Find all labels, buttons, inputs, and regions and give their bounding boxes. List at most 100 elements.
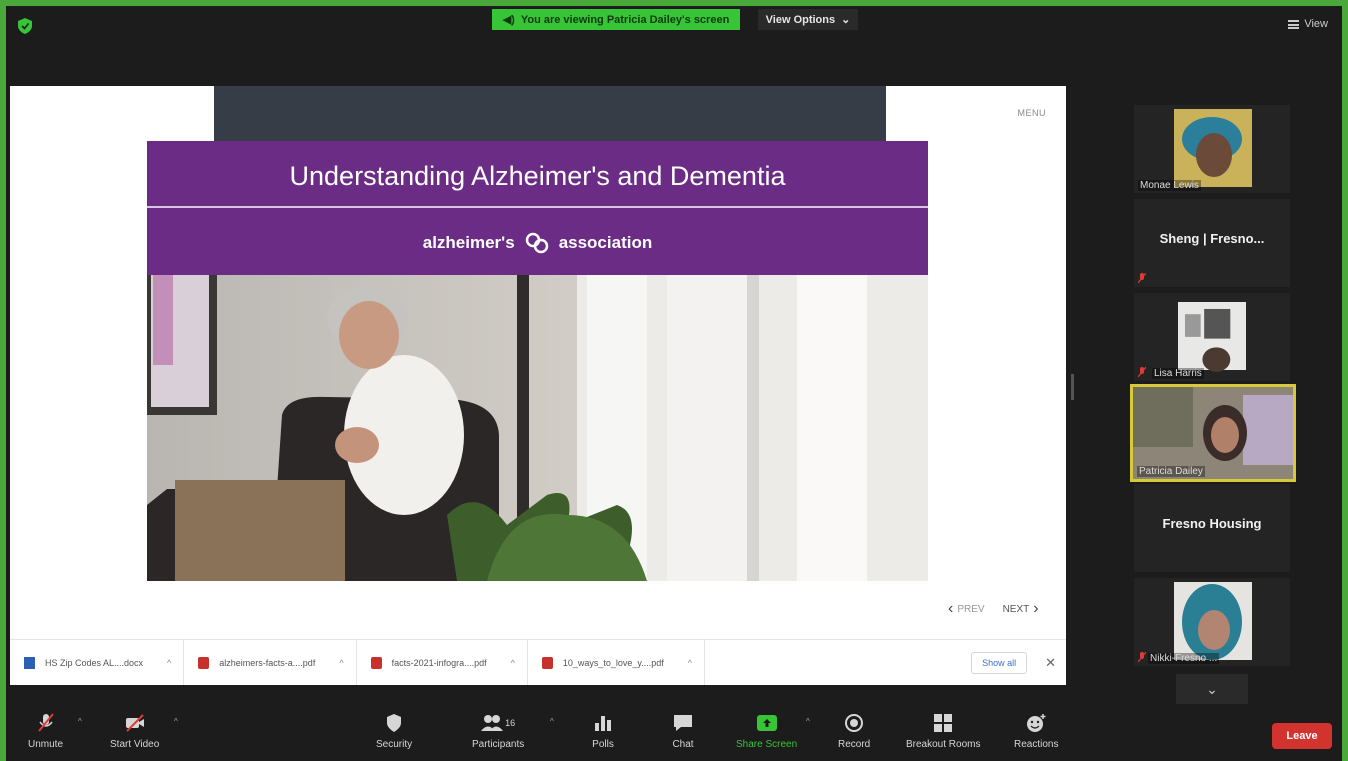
audio-options-caret[interactable]: ^ <box>78 717 82 726</box>
chat-button[interactable]: Chat <box>672 713 694 750</box>
view-button[interactable]: View <box>1288 18 1328 30</box>
show-all-button[interactable]: Show all <box>971 651 1028 674</box>
encryption-shield-icon[interactable] <box>18 18 32 34</box>
video-off-icon <box>125 714 144 732</box>
alzheimers-association-logo: alzheimer's association <box>147 231 928 255</box>
record-label: Record <box>838 739 871 750</box>
participant-tile[interactable]: Nikki-Fresno ... <box>1134 578 1290 666</box>
muted-mic-icon <box>1138 273 1146 283</box>
chevron-up-icon[interactable]: ^ <box>339 658 343 668</box>
record-button[interactable]: Record <box>838 713 870 750</box>
download-filename: 10_ways_to_love_y....pdf <box>562 657 664 668</box>
share-screen-icon <box>756 715 777 731</box>
download-filename: HS Zip Codes AL....docx <box>45 657 144 668</box>
participants-count: 16 <box>505 718 516 728</box>
downloads-bar: HS Zip Codes AL....docx ^ alzheimers-fac… <box>10 639 1066 685</box>
start-video-button[interactable]: Start Video <box>110 713 159 750</box>
reactions-icon <box>1027 714 1046 732</box>
slide-menu-link[interactable]: MENU <box>1018 108 1047 118</box>
participant-video <box>1174 582 1252 660</box>
participant-name: Lisa Harris <box>1152 368 1204 379</box>
participants-options-caret[interactable]: ^ <box>550 717 554 726</box>
word-doc-icon <box>24 656 35 669</box>
participant-tile[interactable]: Fresno Housing <box>1134 484 1290 572</box>
meeting-window: ◀) You are viewing Patricia Dailey's scr… <box>6 6 1342 761</box>
participant-tile[interactable]: Lisa Harris <box>1134 293 1290 381</box>
chevron-up-icon[interactable]: ^ <box>167 658 171 668</box>
polls-label: Polls <box>592 739 614 750</box>
polls-button[interactable]: Polls <box>592 713 614 750</box>
chevron-down-icon: ⌄ <box>841 14 851 26</box>
participant-tile-active-speaker[interactable]: Patricia Dailey <box>1130 384 1296 482</box>
logo-text-right: association <box>558 233 653 252</box>
muted-mic-icon <box>1138 367 1146 377</box>
participant-name: Sheng | Fresno... <box>1159 231 1265 246</box>
chevron-right-icon: › <box>1033 600 1039 617</box>
slide-title: Understanding Alzheimer's and Dementia <box>289 161 786 191</box>
pdf-icon <box>370 656 382 669</box>
grid-view-icon <box>1288 19 1300 29</box>
download-item[interactable]: HS Zip Codes AL....docx ^ <box>10 640 185 685</box>
chevron-up-icon[interactable]: ^ <box>688 658 692 668</box>
security-label: Security <box>376 739 413 750</box>
leave-button[interactable]: Leave <box>1272 723 1332 749</box>
meeting-toolbar: Unmute ^ Start Video ^ Security 16 Parti… <box>6 703 1342 761</box>
participant-tile[interactable]: Sheng | Fresno... <box>1134 199 1290 287</box>
participant-name: Fresno Housing <box>1162 516 1262 531</box>
speaker-icon: ◀) <box>502 14 515 26</box>
muted-mic-icon <box>37 713 54 732</box>
download-filename: alzheimers-facts-a....pdf <box>219 657 316 668</box>
participant-video <box>1178 302 1246 372</box>
breakout-rooms-button[interactable]: Breakout Rooms <box>906 713 980 750</box>
logo-text-left: alzheimer's <box>422 233 515 252</box>
unmute-label: Unmute <box>28 739 64 750</box>
participant-name: Nikki-Fresno ... <box>1148 653 1220 664</box>
reactions-button[interactable]: Reactions <box>1014 713 1058 750</box>
view-options-label: View Options <box>765 13 836 26</box>
slide-photo <box>147 275 928 581</box>
next-button[interactable]: NEXT › <box>1003 600 1039 618</box>
share-screen-button[interactable]: Share Screen <box>736 713 797 750</box>
breakout-rooms-icon <box>934 714 953 732</box>
gallery-scroll-down-button[interactable]: ⌄ <box>1176 674 1248 704</box>
reactions-label: Reactions <box>1014 739 1059 750</box>
participants-label: Participants <box>472 739 525 750</box>
chat-label: Chat <box>672 739 694 750</box>
participants-icon: 16 <box>478 713 518 733</box>
shared-screen: MENU Understanding Alzheimer's and Demen… <box>10 86 1066 685</box>
shield-icon <box>387 714 402 732</box>
download-filename: facts-2021-infogra....pdf <box>391 657 487 668</box>
breakout-rooms-label: Breakout Rooms <box>906 739 981 750</box>
prev-button[interactable]: ‹ PREV <box>948 600 985 618</box>
viewing-banner: ◀) You are viewing Patricia Dailey's scr… <box>492 9 740 30</box>
download-item[interactable]: facts-2021-infogra....pdf ^ <box>357 640 528 685</box>
muted-mic-icon <box>1138 652 1146 662</box>
chevron-left-icon: ‹ <box>948 600 954 617</box>
security-button[interactable]: Security <box>376 713 412 750</box>
chat-icon <box>674 715 692 731</box>
download-item[interactable]: alzheimers-facts-a....pdf ^ <box>184 640 357 685</box>
pdf-icon <box>198 656 210 669</box>
participant-video <box>1174 109 1252 187</box>
prev-label: PREV <box>957 603 985 615</box>
participant-tile[interactable]: Monae Lewis <box>1134 105 1290 193</box>
chevron-down-icon: ⌄ <box>1206 681 1218 697</box>
banner-divider <box>147 206 928 208</box>
download-item[interactable]: 10_ways_to_love_y....pdf ^ <box>528 640 705 685</box>
close-icon[interactable]: ✕ <box>1045 655 1056 671</box>
view-button-label: View <box>1304 18 1328 30</box>
unmute-button[interactable]: Unmute <box>28 713 63 750</box>
record-icon <box>845 714 864 732</box>
share-options-caret[interactable]: ^ <box>806 717 810 726</box>
pdf-icon <box>541 656 553 669</box>
video-options-caret[interactable]: ^ <box>174 717 178 726</box>
participants-button[interactable]: 16 Participants <box>472 713 524 750</box>
slide-title-banner: Understanding Alzheimer's and Dementia a… <box>147 141 928 275</box>
view-options-button[interactable]: View Options ⌄ <box>758 9 858 30</box>
share-screen-label: Share Screen <box>736 739 798 750</box>
viewing-banner-text: You are viewing Patricia Dailey's screen <box>520 13 730 26</box>
polls-icon <box>595 716 611 731</box>
logo-mark-icon <box>525 232 548 254</box>
chevron-up-icon[interactable]: ^ <box>511 658 515 668</box>
split-resize-handle[interactable] <box>1071 374 1074 400</box>
